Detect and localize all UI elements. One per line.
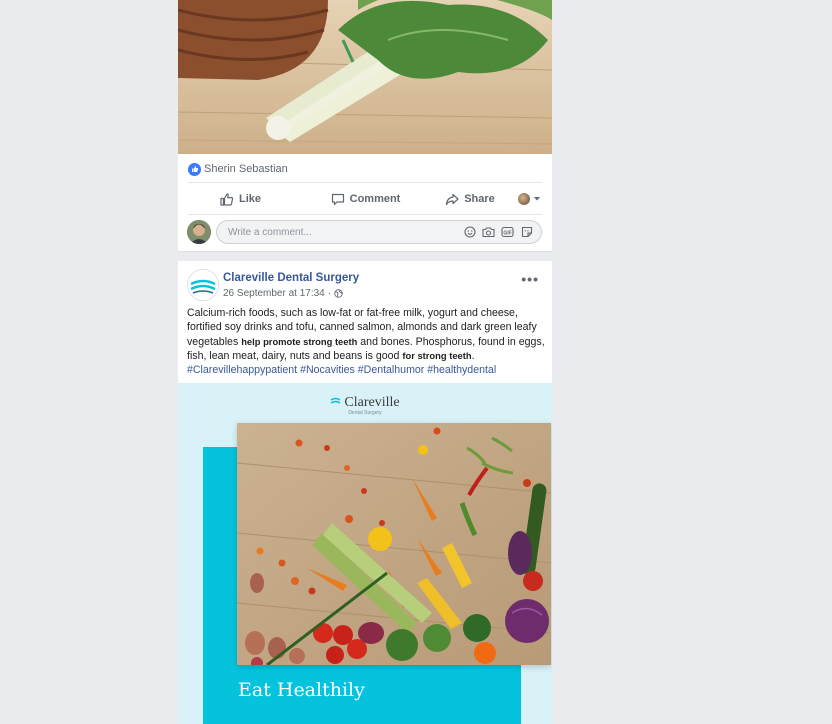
post-body: Calcium-rich foods, such as low-fat or f… <box>187 307 545 377</box>
comment-button[interactable]: Comment <box>303 193 428 206</box>
post-actions-bar: Like Comment Share <box>178 186 552 212</box>
comment-input[interactable] <box>226 225 450 239</box>
comment-composer: GIF <box>178 217 552 247</box>
post-timestamp[interactable]: 26 September at 17:34 <box>223 288 325 299</box>
like-reaction-icon <box>188 162 201 176</box>
current-user-avatar[interactable] <box>187 220 211 244</box>
vegetables-photo <box>237 423 551 665</box>
reaction-audience-selector[interactable] <box>512 193 552 205</box>
share-button[interactable]: Share <box>428 193 512 206</box>
share-icon <box>446 193 459 205</box>
post-header: Clareville Dental Surgery 26 September a… <box>187 269 543 301</box>
page-avatar[interactable] <box>187 269 219 301</box>
reactor-name[interactable]: Sherin Sebastian <box>204 163 288 175</box>
chevron-down-icon <box>534 197 540 201</box>
post-photo-leeks[interactable] <box>178 0 552 154</box>
user-avatar-small <box>518 193 530 205</box>
post-image[interactable]: Clareville Dental Surgery Eat Healthily <box>178 383 552 724</box>
like-button[interactable]: Like <box>178 192 303 206</box>
gif-icon[interactable]: GIF <box>501 226 514 239</box>
thumbs-up-icon <box>220 192 234 206</box>
more-options-button[interactable]: ••• <box>521 271 539 287</box>
post-meta: 26 September at 17:34 · <box>223 288 343 299</box>
comment-input-wrapper: GIF <box>216 220 542 244</box>
leeks-image <box>178 0 552 154</box>
tooth-logo-icon <box>330 398 341 404</box>
divider <box>188 214 542 215</box>
page-name-link[interactable]: Clareville Dental Surgery <box>223 272 359 284</box>
graphic-headline: Eat Healthily <box>238 679 365 701</box>
post-card-previous: Sherin Sebastian Like Comment Share Writ… <box>178 0 552 252</box>
sticker-icon[interactable] <box>520 226 533 239</box>
divider <box>188 182 542 183</box>
hashtags[interactable]: #Clarevillehappypatient #Nocavities #Den… <box>187 364 496 376</box>
post-card-clareville: Clareville Dental Surgery 26 September a… <box>178 261 552 724</box>
camera-icon[interactable] <box>482 226 495 239</box>
news-feed: Sherin Sebastian Like Comment Share Writ… <box>178 0 552 724</box>
globe-icon[interactable] <box>334 289 343 298</box>
brand-logo: Clareville Dental Surgery <box>178 393 552 416</box>
emoji-icon[interactable] <box>463 226 476 239</box>
reaction-summary[interactable]: Sherin Sebastian <box>188 161 288 177</box>
comment-icon <box>331 193 344 205</box>
svg-text:GIF: GIF <box>503 230 511 236</box>
